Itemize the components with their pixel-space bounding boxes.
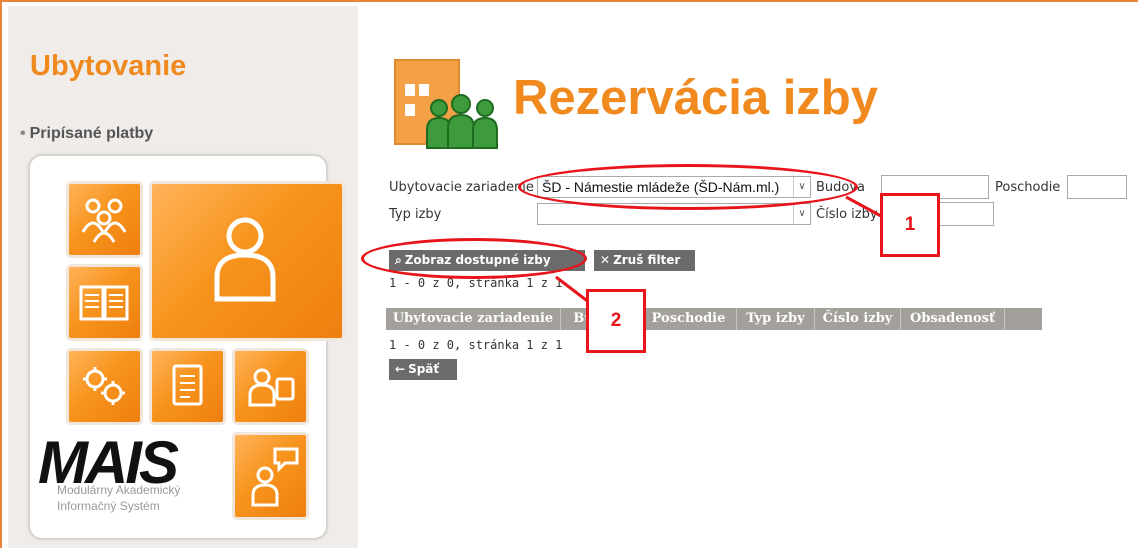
annotation-callout-1: 1 xyxy=(880,193,940,257)
annotation-connectors xyxy=(555,195,882,305)
annotation-callout-2: 2 xyxy=(586,289,646,353)
